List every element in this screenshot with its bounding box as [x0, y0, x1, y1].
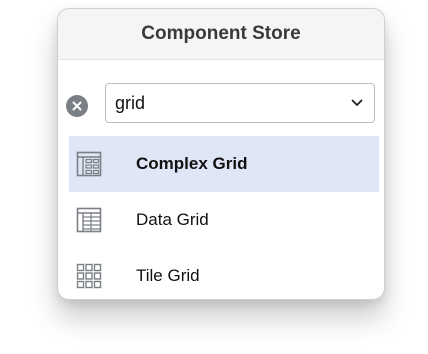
title-divider — [58, 59, 384, 60]
search-row: grid — [58, 83, 384, 127]
component-store-popup: Component Store grid Complex Grid Data G… — [57, 8, 385, 300]
list-item-label: Data Grid — [136, 210, 209, 229]
results-list: Complex Grid Data Grid Tile Grid — [69, 136, 379, 299]
popup-title: Component Store — [141, 23, 301, 44]
list-item-label: Complex Grid — [136, 154, 248, 173]
clear-x-circle-icon — [72, 101, 82, 111]
list-item-data-grid[interactable]: Data Grid — [69, 192, 379, 248]
list-item-tile-grid[interactable]: Tile Grid — [69, 248, 379, 299]
tile-grid-icon — [76, 263, 102, 289]
chevron-down-icon[interactable] — [350, 96, 364, 110]
clear-search-button[interactable] — [66, 95, 88, 117]
data-grid-icon — [76, 207, 102, 233]
search-input-value[interactable]: grid — [115, 93, 145, 114]
search-combobox[interactable]: grid — [105, 83, 375, 123]
list-item-label: Tile Grid — [136, 266, 200, 285]
screen: Component Store grid Complex Grid Data G… — [0, 0, 428, 354]
popup-title-bar: Component Store — [58, 9, 384, 59]
list-item-complex-grid[interactable]: Complex Grid — [69, 136, 379, 192]
complex-grid-icon — [76, 151, 102, 177]
